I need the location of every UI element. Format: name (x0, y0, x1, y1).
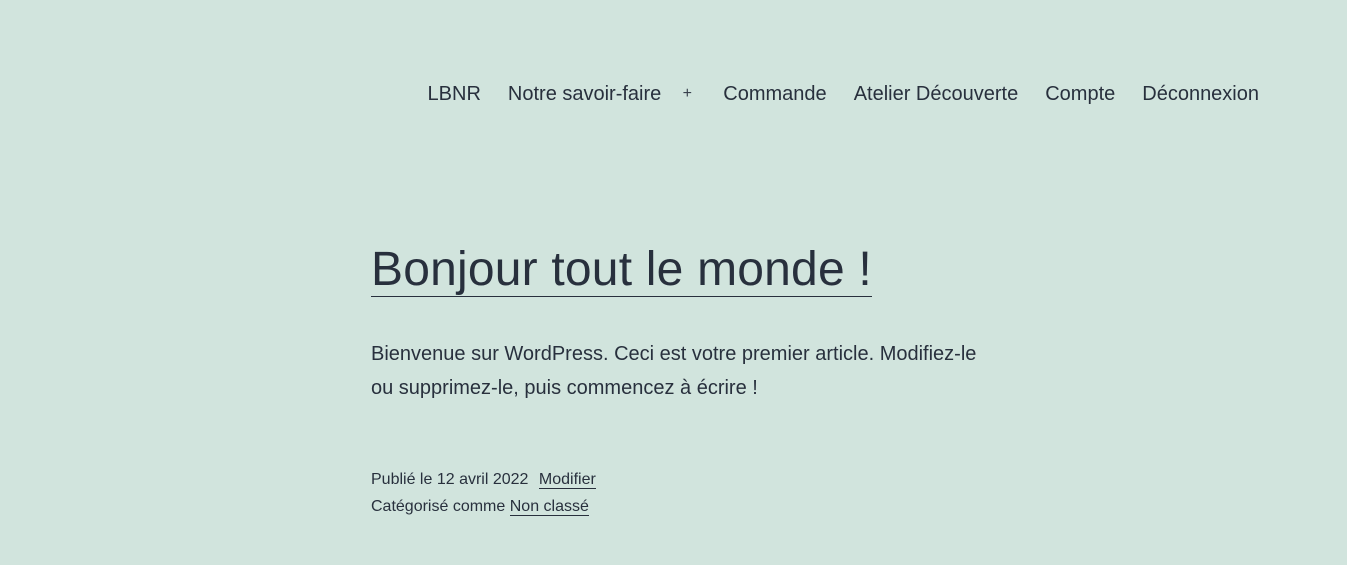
nav-item-commande[interactable]: Commande (723, 82, 826, 106)
category-link[interactable]: Non classé (509, 498, 589, 516)
published-label: Publié le (371, 471, 433, 488)
nav-item-notre-savoir-faire[interactable]: Notre savoir-faire (508, 82, 661, 106)
post-meta: Publié le 12 avril 2022 Modifier Catégor… (371, 466, 991, 520)
edit-post-link[interactable]: Modifier (538, 471, 596, 489)
nav-item-compte[interactable]: Compte (1045, 82, 1115, 106)
post-excerpt: Bienvenue sur WordPress. Ceci est votre … (371, 343, 977, 399)
categories-line: Catégorisé comme Non classé (371, 493, 991, 520)
post-article: Bonjour tout le monde ! Bienvenue sur Wo… (371, 242, 991, 520)
nav-item-atelier-decouverte[interactable]: Atelier Découverte (854, 82, 1019, 106)
primary-navigation: LBNR Notre savoir-faire + Commande Ateli… (428, 82, 1259, 106)
categorized-label: Catégorisé comme (371, 498, 506, 515)
published-date: 12 avril 2022 (436, 471, 529, 488)
posted-on-line: Publié le 12 avril 2022 Modifier (371, 466, 991, 493)
nav-item-lbnr[interactable]: LBNR (428, 82, 481, 106)
post-title: Bonjour tout le monde ! (371, 242, 991, 298)
nav-item-deconnexion[interactable]: Déconnexion (1142, 82, 1259, 106)
submenu-expand-icon[interactable]: + (681, 82, 693, 106)
post-content: Bienvenue sur WordPress. Ceci est votre … (371, 337, 986, 405)
post-title-link[interactable]: Bonjour tout le monde ! (371, 243, 872, 297)
